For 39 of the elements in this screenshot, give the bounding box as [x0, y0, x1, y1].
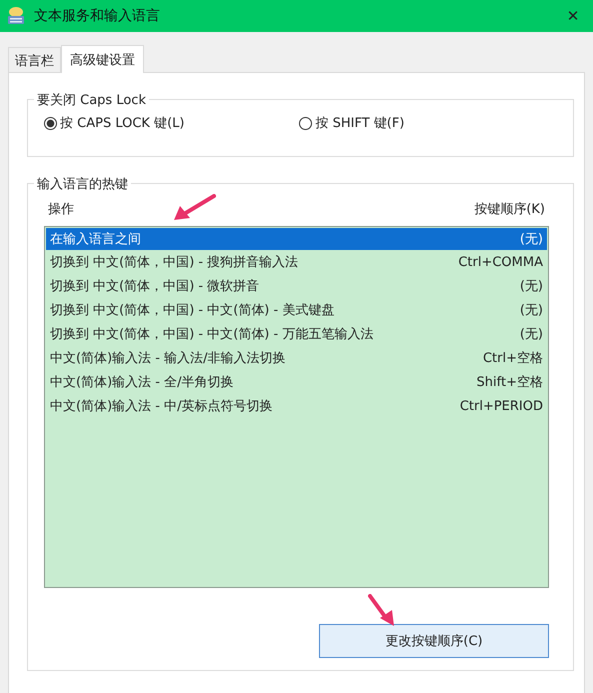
action-text: 中文(简体)输入法 - 全/半角切换 — [50, 374, 234, 391]
radio-option[interactable]: 按 SHIFT 键(F) — [299, 114, 404, 132]
list-row[interactable]: 中文(简体)输入法 - 全/半角切换 Shift+空格 — [46, 370, 547, 394]
tab[interactable]: 语言栏 — [8, 47, 61, 72]
radio-button[interactable] — [44, 116, 57, 130]
action-text: 切换到 中文(简体，中国) - 中文(简体) - 万能五笔输入法 — [50, 326, 374, 343]
key-sequence: Ctrl+COMMA — [458, 254, 543, 270]
radio-option[interactable]: 按 CAPS LOCK 键(L) — [44, 114, 184, 132]
action-text: 切换到 中文(简体，中国) - 微软拼音 — [50, 278, 260, 295]
column-header: 操作 — [48, 201, 74, 218]
key-sequence: Shift+空格 — [476, 374, 543, 391]
list-row[interactable]: 中文(简体)输入法 - 输入法/非输入法切换 Ctrl+空格 — [46, 346, 547, 370]
group-title: 要关闭 Caps Lock — [34, 91, 149, 109]
action-text: 切换到 中文(简体，中国) - 搜狗拼音输入法 — [50, 254, 298, 271]
action-text: 切换到 中文(简体，中国) - 中文(简体) - 美式键盘 — [50, 302, 334, 319]
key-sequence: (无) — [520, 302, 543, 319]
key-sequence: (无) — [520, 278, 543, 295]
list-row[interactable]: 切换到 中文(简体，中国) - 中文(简体) - 万能五笔输入法 (无) — [46, 322, 547, 346]
column-header: 按键顺序(K) — [474, 201, 545, 218]
group-title: 输入语言的热键 — [34, 175, 131, 193]
list-row[interactable]: 中文(简体)输入法 - 中/英标点符号切换 Ctrl+PERIOD — [46, 394, 547, 418]
key-sequence: (无) — [520, 231, 543, 248]
close-button[interactable]: ✕ — [553, 0, 593, 32]
key-sequence: (无) — [520, 326, 543, 343]
list-row[interactable]: 在输入语言之间 (无) — [46, 228, 547, 250]
list-row[interactable]: 切换到 中文(简体，中国) - 微软拼音 (无) — [46, 274, 547, 298]
change-key-sequence-button[interactable]: 更改按键顺序(C) — [319, 624, 549, 658]
annotation-arrow — [172, 194, 216, 222]
keyboard-icon — [6, 6, 26, 26]
key-sequence: Ctrl+PERIOD — [460, 398, 543, 414]
action-text: 中文(简体)输入法 - 中/英标点符号切换 — [50, 398, 272, 415]
tab[interactable]: 高级键设置 — [61, 45, 144, 73]
action-text: 在输入语言之间 — [50, 231, 141, 248]
action-text: 中文(简体)输入法 - 输入法/非输入法切换 — [50, 350, 286, 367]
radio-button[interactable] — [299, 116, 312, 130]
list-row[interactable]: 切换到 中文(简体，中国) - 中文(简体) - 美式键盘 (无) — [46, 298, 547, 322]
window-title: 文本服务和输入语言 — [34, 7, 160, 25]
list-row[interactable]: 切换到 中文(简体，中国) - 搜狗拼音输入法 Ctrl+COMMA — [46, 250, 547, 274]
key-sequence: Ctrl+空格 — [482, 350, 543, 367]
